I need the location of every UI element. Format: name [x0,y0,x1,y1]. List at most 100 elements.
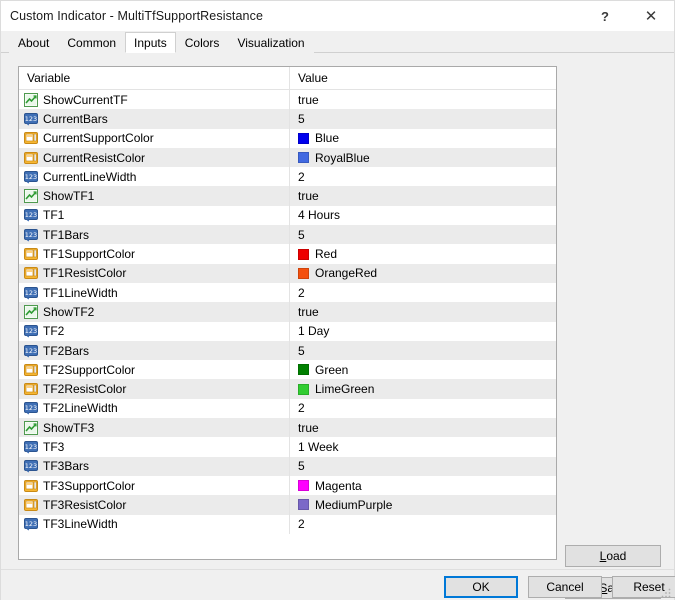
table-row[interactable]: 123 CurrentLineWidth 2 [19,167,556,187]
help-icon[interactable]: ? [582,1,628,31]
cell-variable: ShowCurrentTF [19,90,290,110]
tab-colors[interactable]: Colors [175,32,229,53]
number-icon: 123 [24,170,38,184]
cell-variable: 123 TF3LineWidth [19,514,290,534]
table-row[interactable]: ShowCurrentTF true [19,90,556,110]
svg-text:123: 123 [25,211,37,219]
table-row[interactable]: 123 TF3 1 Week [19,437,556,457]
cell-value[interactable]: true [290,90,556,109]
tab-label: Visualization [237,36,305,50]
table-row[interactable]: 123 TF1 4 Hours [19,205,556,226]
table-row[interactable]: TF1ResistColor OrangeRed [19,263,556,283]
color-icon [24,498,38,511]
cell-value[interactable]: 1 Day [290,322,556,341]
value-text: true [298,189,319,204]
value-text: 2 [298,401,305,416]
cell-value[interactable]: true [290,302,556,321]
variable-name: CurrentSupportColor [43,131,154,146]
inputs-grid: Variable Value ShowCurrentTF true 123 Curre… [18,66,557,560]
variable-name: TF2ResistColor [43,382,127,397]
load-button-label: Load [599,549,627,563]
number-icon: 123 [24,228,38,242]
table-row[interactable]: 123 TF1Bars 5 [19,225,556,245]
cell-variable: TF2ResistColor [19,379,290,399]
svg-text:123: 123 [25,173,37,181]
table-row[interactable]: 123 TF3LineWidth 2 [19,514,556,534]
value-text: Blue [315,131,340,146]
bottom-separator [1,569,674,570]
cell-value[interactable]: RoyalBlue [290,148,556,167]
variable-name: TF1ResistColor [43,266,127,281]
ok-button[interactable]: OK [444,576,518,598]
tab-about[interactable]: About [9,32,59,53]
svg-text:123: 123 [25,327,37,335]
cell-value[interactable]: Green [290,360,556,379]
cell-value[interactable]: 5 [290,109,556,128]
number-icon: 123 [24,440,38,454]
value-text: MediumPurple [315,497,393,512]
load-button[interactable]: Load [565,545,661,567]
cell-value[interactable]: 5 [290,457,556,476]
column-header-variable: Variable [19,67,290,89]
cell-value[interactable]: Magenta [290,476,556,495]
table-row[interactable]: 123 TF2 1 Day [19,321,556,341]
svg-text:123: 123 [25,231,37,239]
table-row[interactable]: ShowTF2 true [19,302,556,322]
table-row[interactable]: 123 TF1LineWidth 2 [19,282,556,303]
color-icon [24,383,38,396]
cell-value[interactable]: 5 [290,341,556,360]
close-icon[interactable]: ✕ [628,1,674,31]
table-row[interactable]: 123 TF2Bars 5 [19,340,556,361]
variable-name: ShowTF2 [43,304,95,319]
tab-inputs[interactable]: Inputs [125,32,176,53]
table-row[interactable]: 123 CurrentBars 5 [19,109,556,129]
title-bar: Custom Indicator - MultiTfSupportResista… [1,1,674,31]
color-icon [24,248,38,261]
cell-variable: 123 TF2Bars [19,340,290,361]
tab-visualization[interactable]: Visualization [228,32,314,53]
table-row[interactable]: TF3ResistColor MediumPurple [19,495,556,515]
table-row[interactable]: TF3SupportColor Magenta [19,475,556,496]
cell-variable: 123 CurrentLineWidth [19,167,290,187]
table-row[interactable]: CurrentSupportColor Blue [19,128,556,148]
color-swatch [298,383,309,395]
cell-value[interactable]: 5 [290,225,556,244]
table-row[interactable]: CurrentResistColor RoyalBlue [19,147,556,168]
table-row[interactable]: ShowTF1 true [19,186,556,206]
variable-name: TF2LineWidth [43,401,118,416]
table-row[interactable]: TF2SupportColor Green [19,360,556,380]
cell-variable: 123 TF2 [19,321,290,341]
column-header-value: Value [298,71,328,85]
cell-value[interactable]: true [290,418,556,437]
cell-value[interactable]: 4 Hours [290,206,556,225]
cell-variable: 123 CurrentBars [19,109,290,129]
table-row[interactable]: ShowTF3 true [19,418,556,438]
variable-name: TF3Bars [43,459,90,474]
number-icon: 123 [24,209,38,222]
cell-value[interactable]: 2 [290,515,556,534]
cancel-button[interactable]: Cancel [528,576,602,598]
color-icon [24,132,38,145]
cell-value[interactable]: 2 [290,167,556,186]
value-text: OrangeRed [315,266,378,281]
cell-value[interactable]: LimeGreen [290,379,556,398]
cell-value[interactable]: Blue [290,129,556,148]
table-row[interactable]: 123 TF3Bars 5 [19,456,556,476]
cell-value[interactable]: OrangeRed [290,264,556,283]
variable-name: TF3 [43,439,65,454]
cell-value[interactable]: MediumPurple [290,495,556,514]
cell-value[interactable]: Red [290,244,556,263]
cell-variable: 123 TF3 [19,437,290,457]
value-text: Red [315,247,338,262]
table-row[interactable]: TF2ResistColor LimeGreen [19,379,556,399]
value-text: 1 Week [298,439,339,454]
tab-common[interactable]: Common [58,32,126,53]
cell-value[interactable]: 2 [290,399,556,418]
resize-grip-icon[interactable] [661,588,671,598]
table-row[interactable]: 123 TF2LineWidth 2 [19,398,556,419]
cell-value[interactable]: true [290,186,556,205]
cell-value[interactable]: 2 [290,283,556,302]
cell-value[interactable]: 1 Week [290,437,556,456]
table-row[interactable]: TF1SupportColor Red [19,244,556,264]
variable-name: TF1Bars [43,227,90,242]
